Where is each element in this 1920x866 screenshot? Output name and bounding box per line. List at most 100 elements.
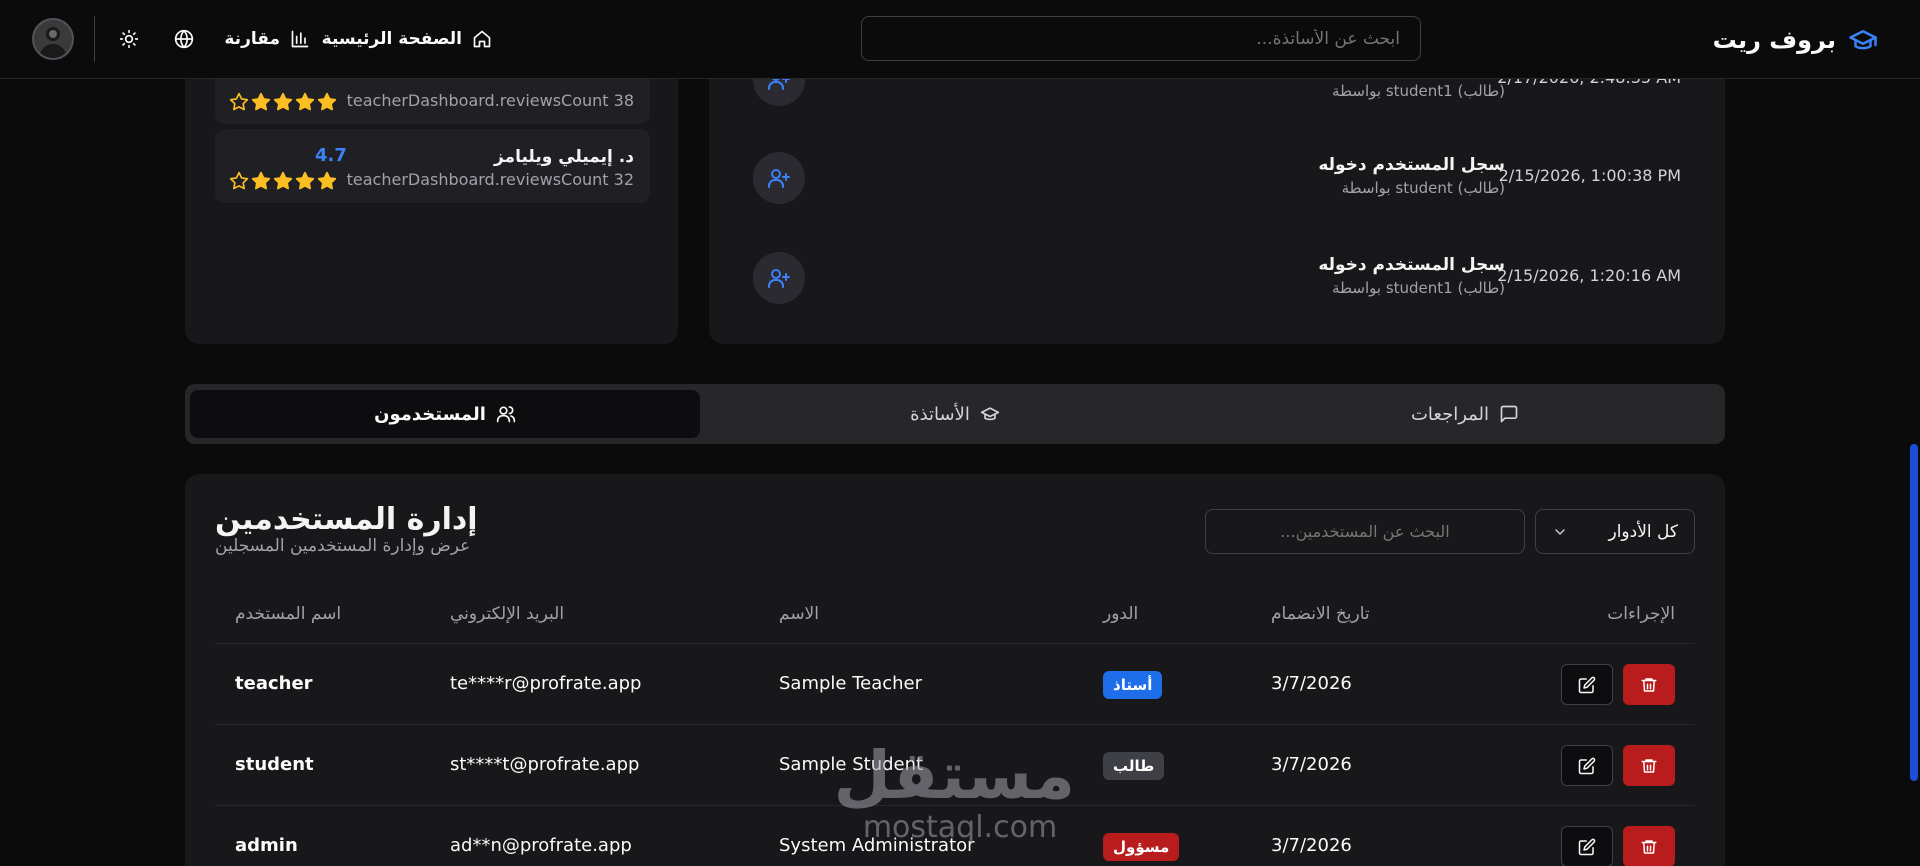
watermark-latin: mostaql.com (862, 810, 1058, 845)
activity-time: 2/15/2026, 1:00:38 PM (1498, 166, 1681, 185)
cell-username: teacher (235, 673, 313, 694)
user-plus-icon (753, 252, 805, 304)
activity-subtitle: (طالب) student بواسطة (1341, 179, 1505, 197)
activity-title: سجل المستخدم دخوله (1318, 255, 1505, 275)
tab-teachers[interactable]: الأساتذة (700, 384, 1210, 444)
star-filled-icon (317, 92, 337, 111)
trash-icon (1640, 838, 1658, 856)
column-email: البريد الإلكتروني (450, 604, 565, 624)
star-filled-icon (273, 92, 293, 111)
page-scrollbar[interactable] (1908, 79, 1920, 866)
header-divider (94, 16, 95, 62)
top-teachers-card: teacherDashboard.reviewsCount 38 د. إيمي… (185, 40, 678, 344)
admin-tabs: المستخدمون الأساتذة المراجعات (185, 384, 1725, 444)
cell-name: Sample Teacher (779, 673, 923, 694)
cell-username: admin (235, 835, 298, 856)
cell-joined: 3/7/2026 (1271, 835, 1352, 856)
cell-email: te****r@profrate.app (450, 673, 642, 694)
teacher-row[interactable]: د. إيميلي ويليامز teacherDashboard.revie… (215, 129, 650, 203)
role-badge: مسؤول (1103, 833, 1180, 861)
delete-button[interactable] (1623, 664, 1675, 705)
section-title: إدارة المستخدمين (215, 502, 478, 537)
trash-icon (1640, 676, 1658, 694)
role-badge: طالب (1103, 752, 1165, 780)
graduation-cap-icon (1846, 25, 1880, 55)
user-avatar[interactable] (32, 18, 74, 60)
sun-icon (119, 29, 139, 49)
trash-icon (1640, 757, 1658, 775)
role-filter-value: كل الأدوار (1608, 521, 1678, 542)
star-filled-icon (295, 171, 315, 190)
delete-button[interactable] (1623, 826, 1675, 866)
tab-users-label: المستخدمون (374, 403, 486, 425)
activity-item: 2/15/2026, 1:20:16 AM سجل المستخدم دخوله… (709, 238, 1725, 318)
edit-icon (1578, 838, 1596, 856)
star-filled-icon (251, 171, 271, 190)
star-filled-icon (317, 171, 337, 190)
column-username: اسم المستخدم (235, 604, 342, 624)
activity-subtitle: (طالب) student1 بواسطة (1332, 82, 1505, 100)
teacher-reviews-count: teacherDashboard.reviewsCount 38 (346, 91, 634, 110)
edit-icon (1578, 676, 1596, 694)
column-joined: تاريخ الانضمام (1271, 604, 1370, 624)
role-filter-select[interactable]: كل الأدوار (1535, 509, 1695, 554)
delete-button[interactable] (1623, 745, 1675, 786)
nav-home-label: الصفحة الرئيسية (321, 29, 462, 49)
tab-reviews-label: المراجعات (1410, 403, 1490, 425)
table-row: teacher te****r@profrate.app Sample Teac… (215, 644, 1695, 725)
star-rating (229, 92, 337, 112)
brand-logo[interactable]: بروف ريت (1713, 22, 1880, 58)
brand-name: بروف ريت (1712, 26, 1836, 54)
recent-activity-card: 2/17/2026, 2:48:35 AM (طالب) student1 بو… (709, 40, 1725, 344)
nav-compare-link[interactable]: مقارنة (224, 24, 310, 54)
edit-icon (1578, 757, 1596, 775)
nav-compare-label: مقارنة (224, 29, 280, 49)
activity-title: سجل المستخدم دخوله (1318, 155, 1505, 175)
role-badge: أستاذ (1103, 671, 1163, 699)
teacher-reviews-count: teacherDashboard.reviewsCount 32 (346, 170, 634, 189)
activity-subtitle: (طالب) student1 بواسطة (1332, 279, 1505, 297)
section-subtitle: عرض وإدارة المستخدمين المسجلين (215, 536, 471, 556)
edit-button[interactable] (1561, 826, 1613, 866)
cell-email: ad**n@profrate.app (450, 835, 632, 856)
bar-chart-icon (290, 29, 310, 49)
theme-toggle-button[interactable] (114, 24, 144, 54)
home-icon (472, 29, 492, 49)
users-search-input[interactable] (1205, 509, 1525, 554)
cell-username: student (235, 754, 314, 775)
scrollbar-thumb[interactable] (1910, 444, 1918, 781)
star-empty-icon (229, 171, 249, 190)
top-navbar: بروف ريت الصفحة الرئيسية مقارنة (0, 0, 1920, 79)
star-filled-icon (251, 92, 271, 111)
language-button[interactable] (169, 24, 199, 54)
teacher-search-input[interactable] (861, 16, 1421, 61)
users-table-header: اسم المستخدم البريد الإلكتروني الاسم الد… (215, 584, 1695, 644)
message-square-icon (1499, 404, 1519, 424)
user-plus-icon (753, 152, 805, 204)
nav-home-link[interactable]: الصفحة الرئيسية (322, 24, 492, 54)
tab-reviews[interactable]: المراجعات (1210, 384, 1720, 444)
chevron-down-icon (1552, 524, 1568, 540)
column-name: الاسم (779, 604, 819, 624)
users-icon (496, 404, 516, 424)
cell-joined: 3/7/2026 (1271, 673, 1352, 694)
star-filled-icon (295, 92, 315, 111)
column-role: الدور (1103, 604, 1139, 624)
teacher-rating: 4.7 (315, 145, 347, 166)
activity-item: 2/15/2026, 1:00:38 PM سجل المستخدم دخوله… (709, 138, 1725, 218)
teacher-name: د. إيميلي ويليامز (493, 147, 634, 167)
tab-teachers-label: الأساتذة (910, 403, 970, 425)
column-actions: الإجراءات (1607, 604, 1675, 624)
edit-button[interactable] (1561, 664, 1613, 705)
mostaql-watermark: مستقل mostaql.com (833, 737, 1075, 850)
watermark-arabic: مستقل (833, 737, 1075, 814)
edit-button[interactable] (1561, 745, 1613, 786)
activity-time: 2/15/2026, 1:20:16 AM (1497, 266, 1681, 285)
cell-email: st****t@profrate.app (450, 754, 640, 775)
star-filled-icon (273, 171, 293, 190)
cell-joined: 3/7/2026 (1271, 754, 1352, 775)
globe-icon (174, 29, 194, 49)
tab-users[interactable]: المستخدمون (190, 390, 700, 438)
star-empty-icon (229, 92, 249, 111)
graduation-cap-icon (980, 404, 1000, 424)
